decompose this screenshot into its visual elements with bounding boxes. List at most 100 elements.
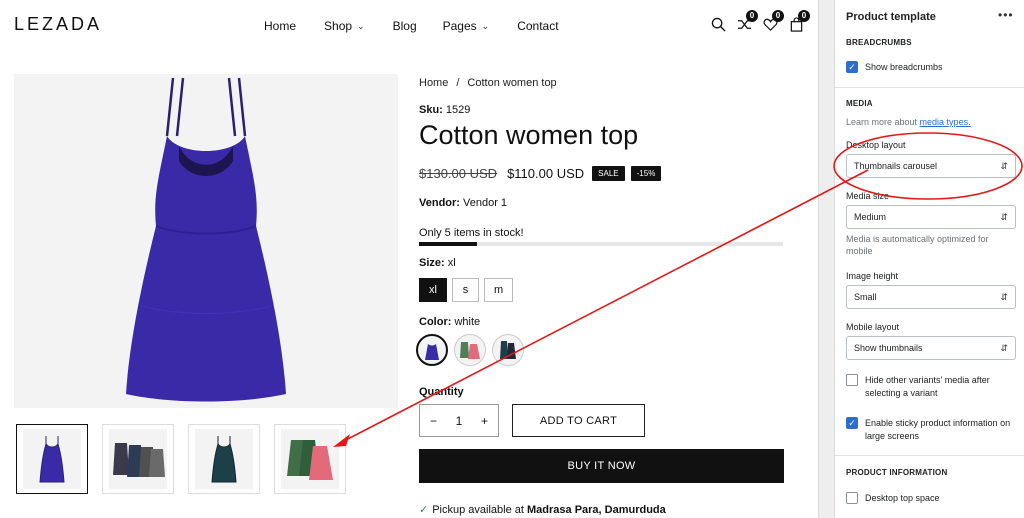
color-swatch-2[interactable] bbox=[454, 334, 486, 366]
main-nav: Home Shop ⌄ Blog Pages ⌄ Contact bbox=[264, 19, 559, 33]
panel-title: Product template bbox=[846, 11, 936, 23]
tank-top-image bbox=[126, 77, 286, 402]
chevron-down-icon: ⌄ bbox=[481, 20, 490, 31]
checkbox-checked-icon[interactable]: ✓ bbox=[846, 417, 858, 429]
desktop-layout-select[interactable]: Thumbnails carousel ⇵ bbox=[846, 154, 1016, 178]
image-height-value: Small bbox=[854, 292, 877, 302]
quantity-stepper: − 1 + bbox=[419, 404, 499, 437]
breadcrumb-current: Cotton women top bbox=[467, 77, 557, 89]
breadcrumb-home[interactable]: Home bbox=[419, 77, 448, 89]
image-height-select[interactable]: Small ⇵ bbox=[846, 285, 1016, 309]
sku: Sku: 1529 bbox=[419, 104, 470, 116]
search-icon[interactable] bbox=[710, 16, 726, 32]
preview-scroll-area bbox=[818, 0, 834, 518]
nav-shop[interactable]: Shop ⌄ bbox=[324, 19, 365, 33]
checkbox-icon[interactable] bbox=[846, 374, 858, 386]
store-preview: LEZADA Home Shop ⌄ Blog Pages ⌄ Contact 0 … bbox=[0, 0, 818, 518]
product-title: Cotton women top bbox=[419, 120, 639, 150]
nav-contact[interactable]: Contact bbox=[517, 19, 558, 33]
wishlist-icon[interactable]: 0 bbox=[762, 10, 784, 32]
compare-count: 0 bbox=[746, 10, 758, 22]
stock-progress-fill bbox=[419, 242, 478, 246]
chevron-down-icon: ⌄ bbox=[357, 20, 365, 31]
size-label-text: Size: bbox=[419, 257, 445, 269]
thumbnail-2[interactable] bbox=[102, 424, 174, 494]
media-help-prefix: Learn more about bbox=[846, 117, 920, 127]
quantity-increase-button[interactable]: + bbox=[481, 414, 488, 428]
buy-now-button[interactable]: BUY IT NOW bbox=[419, 449, 784, 483]
color-value: white bbox=[454, 316, 481, 328]
hide-variants-label: Hide other variants' media after selecti… bbox=[865, 375, 990, 398]
desktop-top-space-label: Desktop top space bbox=[865, 493, 940, 503]
mobile-layout-label: Mobile layout bbox=[846, 322, 900, 332]
color-swatches bbox=[416, 334, 524, 366]
media-size-help: Media is automatically optimized for mob… bbox=[846, 234, 989, 256]
nav-home[interactable]: Home bbox=[264, 19, 296, 33]
stock-progress-bar bbox=[419, 242, 783, 246]
discount-badge: -15% bbox=[630, 166, 662, 181]
color-label: Color: white bbox=[419, 316, 480, 328]
mobile-layout-value: Show thumbnails bbox=[854, 343, 923, 353]
sticky-info-checkbox[interactable]: ✓ Enable sticky product information on l… bbox=[846, 417, 1018, 443]
nav-pages[interactable]: Pages ⌄ bbox=[443, 19, 490, 33]
media-size-value: Medium bbox=[854, 212, 887, 222]
pickup-text: Pickup available at bbox=[432, 504, 527, 516]
thumbnail-3[interactable] bbox=[188, 424, 260, 494]
media-help-text: Learn more about media types. bbox=[846, 116, 1016, 128]
add-to-cart-button[interactable]: ADD TO CART bbox=[512, 404, 645, 437]
sku-label: Sku: bbox=[419, 104, 443, 116]
desktop-layout-label: Desktop layout bbox=[846, 140, 906, 150]
color-swatch-3[interactable] bbox=[492, 334, 524, 366]
thumbnail-image bbox=[195, 429, 253, 489]
quantity-label: Quantity bbox=[419, 386, 464, 398]
divider bbox=[835, 87, 1024, 88]
price-row: $130.00 USD $110.00 USD SALE -15% bbox=[419, 166, 667, 181]
thumbnail-4[interactable] bbox=[274, 424, 346, 494]
select-arrows-icon: ⇵ bbox=[1000, 342, 1008, 353]
checkbox-icon[interactable] bbox=[846, 492, 858, 504]
check-icon: ✓ bbox=[419, 504, 429, 516]
select-arrows-icon: ⇵ bbox=[1000, 291, 1008, 302]
mobile-layout-select[interactable]: Show thumbnails ⇵ bbox=[846, 336, 1016, 360]
compare-price: $130.00 USD bbox=[419, 166, 498, 181]
image-height-label: Image height bbox=[846, 271, 899, 281]
nav-home-label: Home bbox=[264, 19, 297, 33]
breadcrumbs-heading: BREADCRUMBS bbox=[846, 38, 912, 47]
nav-blog[interactable]: Blog bbox=[393, 19, 417, 33]
header-icons: 0 0 0 bbox=[710, 10, 810, 32]
show-breadcrumbs-checkbox[interactable]: ✓ Show breadcrumbs bbox=[846, 61, 1018, 74]
media-types-link[interactable]: media types. bbox=[920, 117, 971, 127]
compare-icon[interactable]: 0 bbox=[736, 10, 758, 32]
media-size-select[interactable]: Medium ⇵ bbox=[846, 205, 1016, 229]
size-label: Size: xl bbox=[419, 257, 456, 269]
vendor-label: Vendor: bbox=[419, 197, 460, 209]
hide-variants-checkbox[interactable]: Hide other variants' media after selecti… bbox=[846, 374, 1018, 400]
vendor: Vendor: Vendor 1 bbox=[419, 197, 507, 209]
thumbnail-image bbox=[281, 429, 339, 489]
desktop-layout-value: Thumbnails carousel bbox=[854, 161, 938, 171]
sticky-info-label: Enable sticky product information on lar… bbox=[865, 418, 1011, 441]
store-logo[interactable]: LEZADA bbox=[14, 14, 102, 35]
size-value: xl bbox=[447, 257, 456, 269]
checkbox-checked-icon[interactable]: ✓ bbox=[846, 61, 858, 73]
size-option-m[interactable]: m bbox=[483, 278, 514, 302]
more-options-icon[interactable]: ••• bbox=[998, 8, 1014, 22]
desktop-top-space-checkbox[interactable]: Desktop top space bbox=[846, 492, 1018, 505]
color-swatch-1[interactable] bbox=[416, 334, 448, 366]
media-heading: MEDIA bbox=[846, 99, 873, 108]
thumbnail-image bbox=[23, 429, 81, 489]
breadcrumb-separator: / bbox=[456, 77, 460, 89]
product-main-image[interactable] bbox=[14, 74, 398, 408]
divider bbox=[835, 455, 1024, 456]
media-size-label: Media size bbox=[846, 191, 890, 201]
quantity-value[interactable]: 1 bbox=[456, 414, 463, 428]
sku-value: 1529 bbox=[445, 104, 471, 116]
quantity-decrease-button[interactable]: − bbox=[430, 414, 437, 428]
thumbnail-1[interactable] bbox=[16, 424, 88, 494]
select-arrows-icon: ⇵ bbox=[1000, 211, 1008, 222]
cart-count: 0 bbox=[798, 10, 810, 22]
cart-icon[interactable]: 0 bbox=[788, 10, 810, 32]
color-label-text: Color: bbox=[419, 316, 452, 328]
size-option-s[interactable]: s bbox=[451, 278, 479, 302]
size-option-xl[interactable]: xl bbox=[419, 278, 447, 302]
